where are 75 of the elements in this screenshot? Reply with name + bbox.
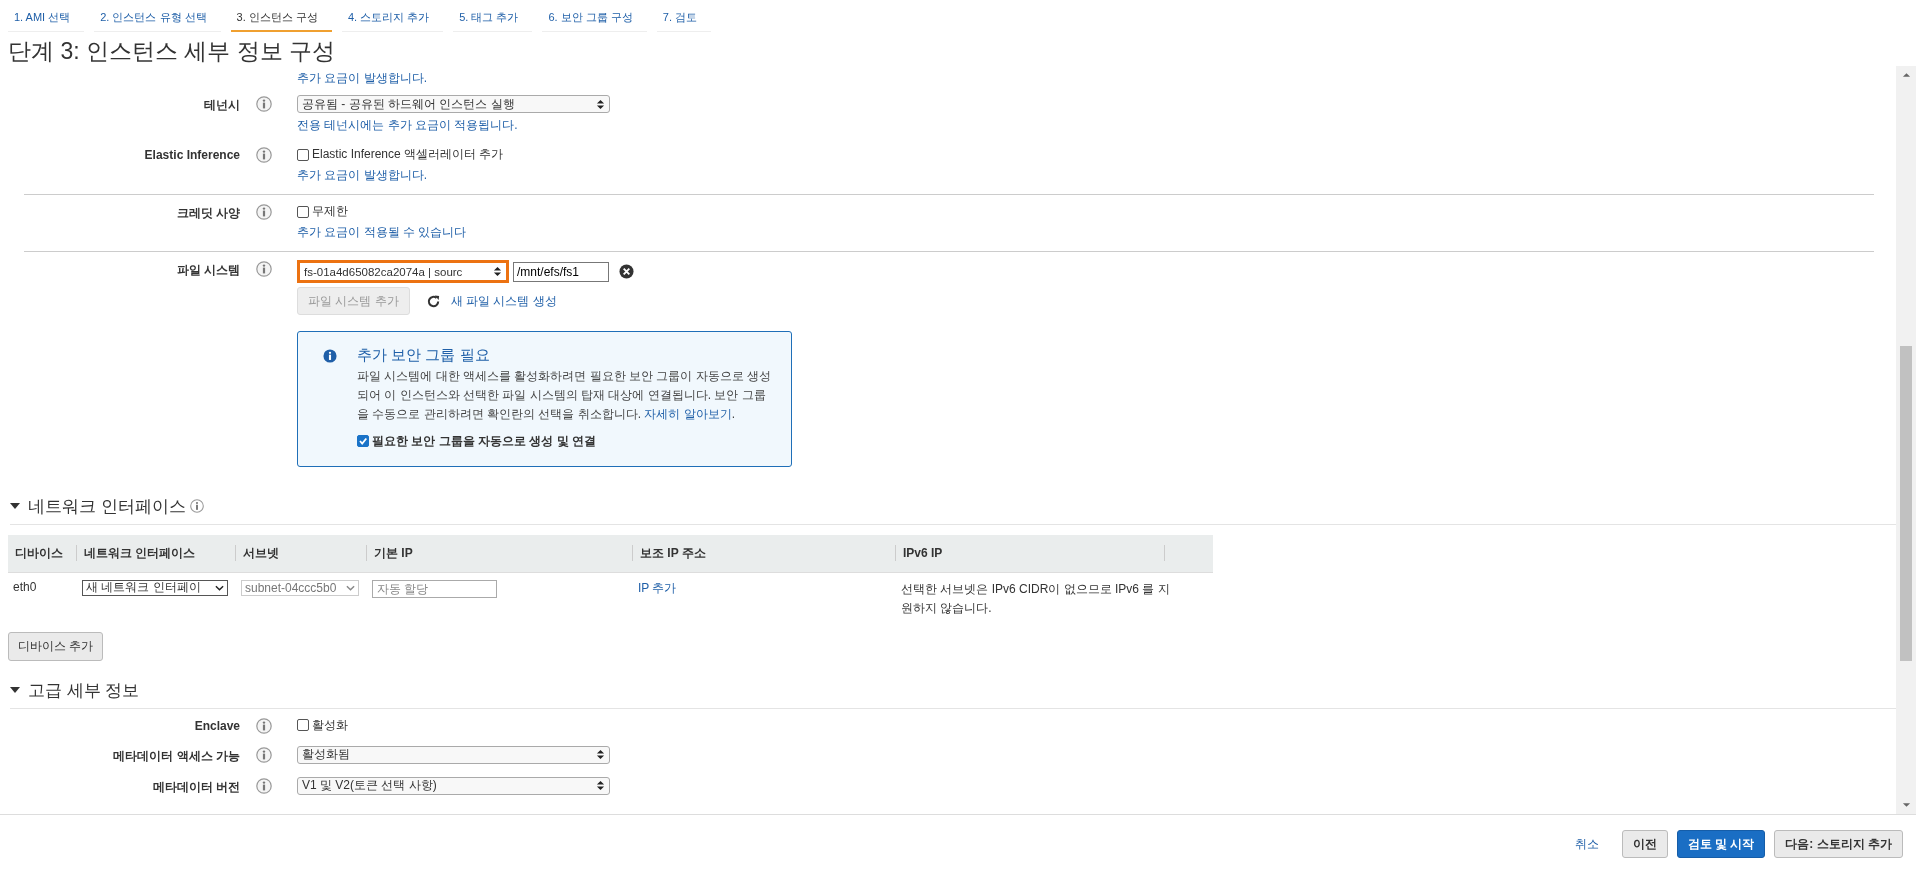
column-header: IPv6 IP xyxy=(896,545,1165,562)
primary-ip-field[interactable]: 자동 할당 xyxy=(372,579,497,598)
field-label: Enclave xyxy=(193,717,240,733)
field-label: 크레딧 사양 xyxy=(175,205,240,222)
step-tab[interactable]: 2. 인스턴스 유형 선택 xyxy=(94,0,221,32)
info-icon[interactable] xyxy=(189,499,204,514)
help-text: 추가 요금이 발생합니다. xyxy=(297,70,427,87)
step-tab[interactable]: 1. AMI 선택 xyxy=(8,0,85,32)
info-icon[interactable] xyxy=(256,777,272,794)
checkbox-label: 필요한 보안 그룹을 자동으로 생성 및 연결 xyxy=(372,432,596,450)
info-icon[interactable] xyxy=(256,746,272,763)
help-text: 전용 테넌시에는 추가 요금이 적용됩니다. xyxy=(297,117,518,134)
column-header: 디바이스 xyxy=(8,545,77,562)
table-cell: eth0 xyxy=(13,579,37,594)
step-tab[interactable]: 3. 인스턴스 구성 xyxy=(230,0,332,32)
info-icon[interactable] xyxy=(256,261,272,277)
subnet-select[interactable]: subnet-04ccc5b0 xyxy=(241,579,359,596)
help-text: 추가 요금이 발생합니다. xyxy=(297,167,427,184)
step-tab[interactable]: 5. 태그 추가 xyxy=(453,0,533,32)
checkbox[interactable] xyxy=(357,435,369,448)
column-header: 보조 IP 주소 xyxy=(633,545,896,562)
info-icon xyxy=(323,349,337,363)
scrollbar[interactable] xyxy=(1896,66,1916,814)
checkbox[interactable] xyxy=(297,205,309,218)
step-tab[interactable]: 4. 스토리지 추가 xyxy=(341,0,444,32)
section-title[interactable]: 고급 세부 정보 xyxy=(28,678,140,702)
learn-more-link[interactable]: 자세히 알아보기 xyxy=(644,407,732,422)
cancel-link[interactable]: 취소 xyxy=(1574,835,1599,853)
add-device-button[interactable]: 디바이스 추가 xyxy=(8,631,104,661)
refresh-icon[interactable] xyxy=(425,293,441,309)
select-field[interactable]: V1 및 V2(토큰 선택 사항) xyxy=(297,776,610,795)
info-icon[interactable] xyxy=(256,96,272,112)
updown-arrows-icon xyxy=(596,98,605,110)
section-title[interactable]: 네트워크 인터페이스 xyxy=(28,494,186,518)
field-label: 메타데이터 버전 xyxy=(151,778,240,796)
info-icon[interactable] xyxy=(256,204,272,220)
checkbox[interactable] xyxy=(297,148,309,161)
step-tab[interactable]: 7. 검토 xyxy=(656,0,712,32)
column-header: 서브넷 xyxy=(236,545,367,562)
scroll-up-icon[interactable] xyxy=(1901,72,1911,78)
info-icon[interactable] xyxy=(256,147,272,163)
chevron-down-icon xyxy=(346,584,355,591)
select-field[interactable]: 활성화됨 xyxy=(297,745,610,764)
field-label: 파일 시스템 xyxy=(175,262,240,279)
info-icon[interactable] xyxy=(256,717,272,734)
help-text: 추가 요금이 적용될 수 있습니다 xyxy=(297,224,467,241)
interface-select[interactable]: 새 네트워크 인터페이 xyxy=(82,579,228,596)
step-tab[interactable]: 6. 보안 그룹 구성 xyxy=(542,0,647,32)
table-cell-text: 선택한 서브넷은 IPv6 CIDR이 없으므로 IPv6 를 지원하지 않습니다. xyxy=(901,580,1171,617)
footer-button[interactable]: 다음: 스토리지 추가 xyxy=(1774,830,1903,858)
remove-icon[interactable] xyxy=(619,264,634,279)
field-label: 테넌시 xyxy=(203,97,240,114)
select-field[interactable]: 공유됨 - 공유된 하드웨어 인스턴스 실행 xyxy=(297,95,610,113)
updown-arrows-icon xyxy=(493,266,502,277)
chevron-down-icon xyxy=(215,584,224,591)
field-label: Elastic Inference xyxy=(143,147,240,162)
updown-arrows-icon xyxy=(596,780,605,792)
notice-text: 파일 시스템에 대한 액세스를 활성화하려면 필요한 보안 그룹이 자동으로 생성되어 이 인스턴스와 선택한 파일 시스템의 탑재 대상에 연결됩니다. 보안 그룹을 수동으로 관리하려면 확인란의 선택을 취소합니다. 자세히 알아보기. xyxy=(357,368,771,424)
checkbox-label: Elastic Inference 액셀러레이터 추가 xyxy=(312,146,504,163)
mount-path-field[interactable]: /mnt/efs/fs1 xyxy=(513,261,609,282)
file-system-select[interactable]: fs-01a4d65082ca2074a | sourc xyxy=(297,260,509,283)
column-header: 기본 IP xyxy=(367,545,633,562)
create-file-system-link[interactable]: 새 파일 시스템 생성 xyxy=(450,292,557,310)
checkbox[interactable] xyxy=(297,719,309,732)
checkbox-label: 무제한 xyxy=(312,203,348,220)
checkbox-label: 활성화 xyxy=(312,716,348,734)
add-ip-link[interactable]: IP 추가 xyxy=(638,580,677,595)
scroll-down-icon[interactable] xyxy=(1901,802,1911,808)
notice-title: 추가 보안 그룹 필요 xyxy=(357,346,491,365)
page-title: 단계 3: 인스턴스 세부 정보 구성 xyxy=(8,37,337,66)
field-label: 메타데이터 액세스 가능 xyxy=(112,747,240,765)
footer-button[interactable]: 검토 및 시작 xyxy=(1676,830,1766,858)
column-header: 네트워크 인터페이스 xyxy=(77,545,236,562)
updown-arrows-icon xyxy=(596,749,605,761)
footer-button[interactable]: 이전 xyxy=(1621,830,1668,858)
